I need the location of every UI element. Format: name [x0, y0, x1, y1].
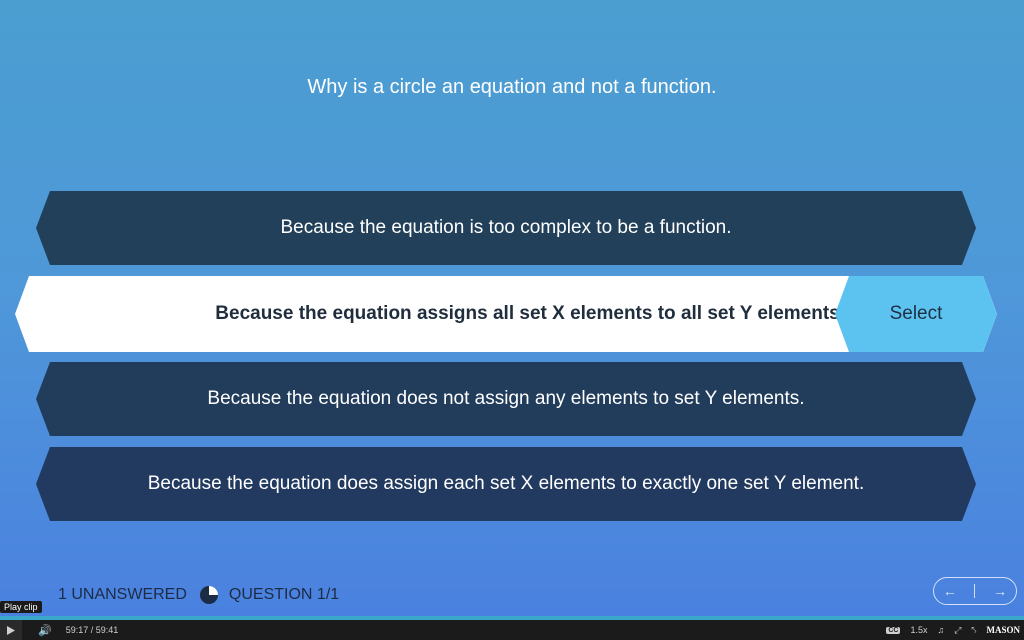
mason-logo: MASON [986, 625, 1021, 635]
select-button[interactable]: Select [835, 276, 997, 352]
fullscreen-icon[interactable]: ⤢ [954, 625, 961, 636]
media-player-bar: 🔊 59:17 / 59:41 CC 1.5x ♫ ⤢ ⤣ MASON [0, 620, 1024, 640]
nav-divider [974, 584, 976, 598]
play-icon[interactable] [0, 620, 22, 640]
answer-option-label: Because the equation assigns all set X e… [215, 303, 845, 324]
shrink-icon[interactable]: ⤣ [971, 625, 976, 636]
answer-option-label: Because the equation is too complex to b… [280, 217, 732, 238]
answer-option-4[interactable]: Because the equation does assign each se… [36, 447, 976, 521]
answer-option-label: Because the equation does assign each se… [147, 473, 865, 494]
unanswered-count: 1 UNANSWERED [58, 586, 187, 603]
player-controls-right: CC 1.5x ♫ ⤢ ⤣ MASON [886, 625, 1024, 636]
answer-option-3[interactable]: Because the equation does not assign any… [36, 362, 976, 436]
answer-option-2[interactable]: Because the equation assigns all set X e… [15, 276, 997, 352]
closed-captions-icon[interactable]: CC [886, 626, 901, 634]
question-counter: QUESTION 1/1 [228, 586, 340, 603]
arrow-left-icon[interactable]: ← [943, 583, 957, 599]
play-clip-tooltip: Play clip [0, 601, 42, 613]
total-time: 59:41 [95, 625, 119, 635]
arrow-right-icon[interactable]: → [993, 583, 1007, 599]
time-display: 59:17 / 59:41 [65, 625, 119, 635]
current-time: 59:17 [65, 625, 89, 635]
progress-pie-icon [199, 586, 218, 604]
music-note-icon[interactable]: ♫ [937, 625, 944, 635]
quiz-status: 1 UNANSWERED QUESTION 1/1 [58, 584, 339, 606]
answer-options: Because the equation is too complex to b… [0, 0, 1024, 600]
playback-speed[interactable]: 1.5x [910, 625, 927, 635]
answer-option-label: Because the equation does not assign any… [207, 388, 805, 409]
question-nav: ← → [933, 577, 1017, 605]
volume-icon[interactable]: 🔊 [38, 624, 52, 637]
answer-option-1[interactable]: Because the equation is too complex to b… [36, 191, 976, 265]
